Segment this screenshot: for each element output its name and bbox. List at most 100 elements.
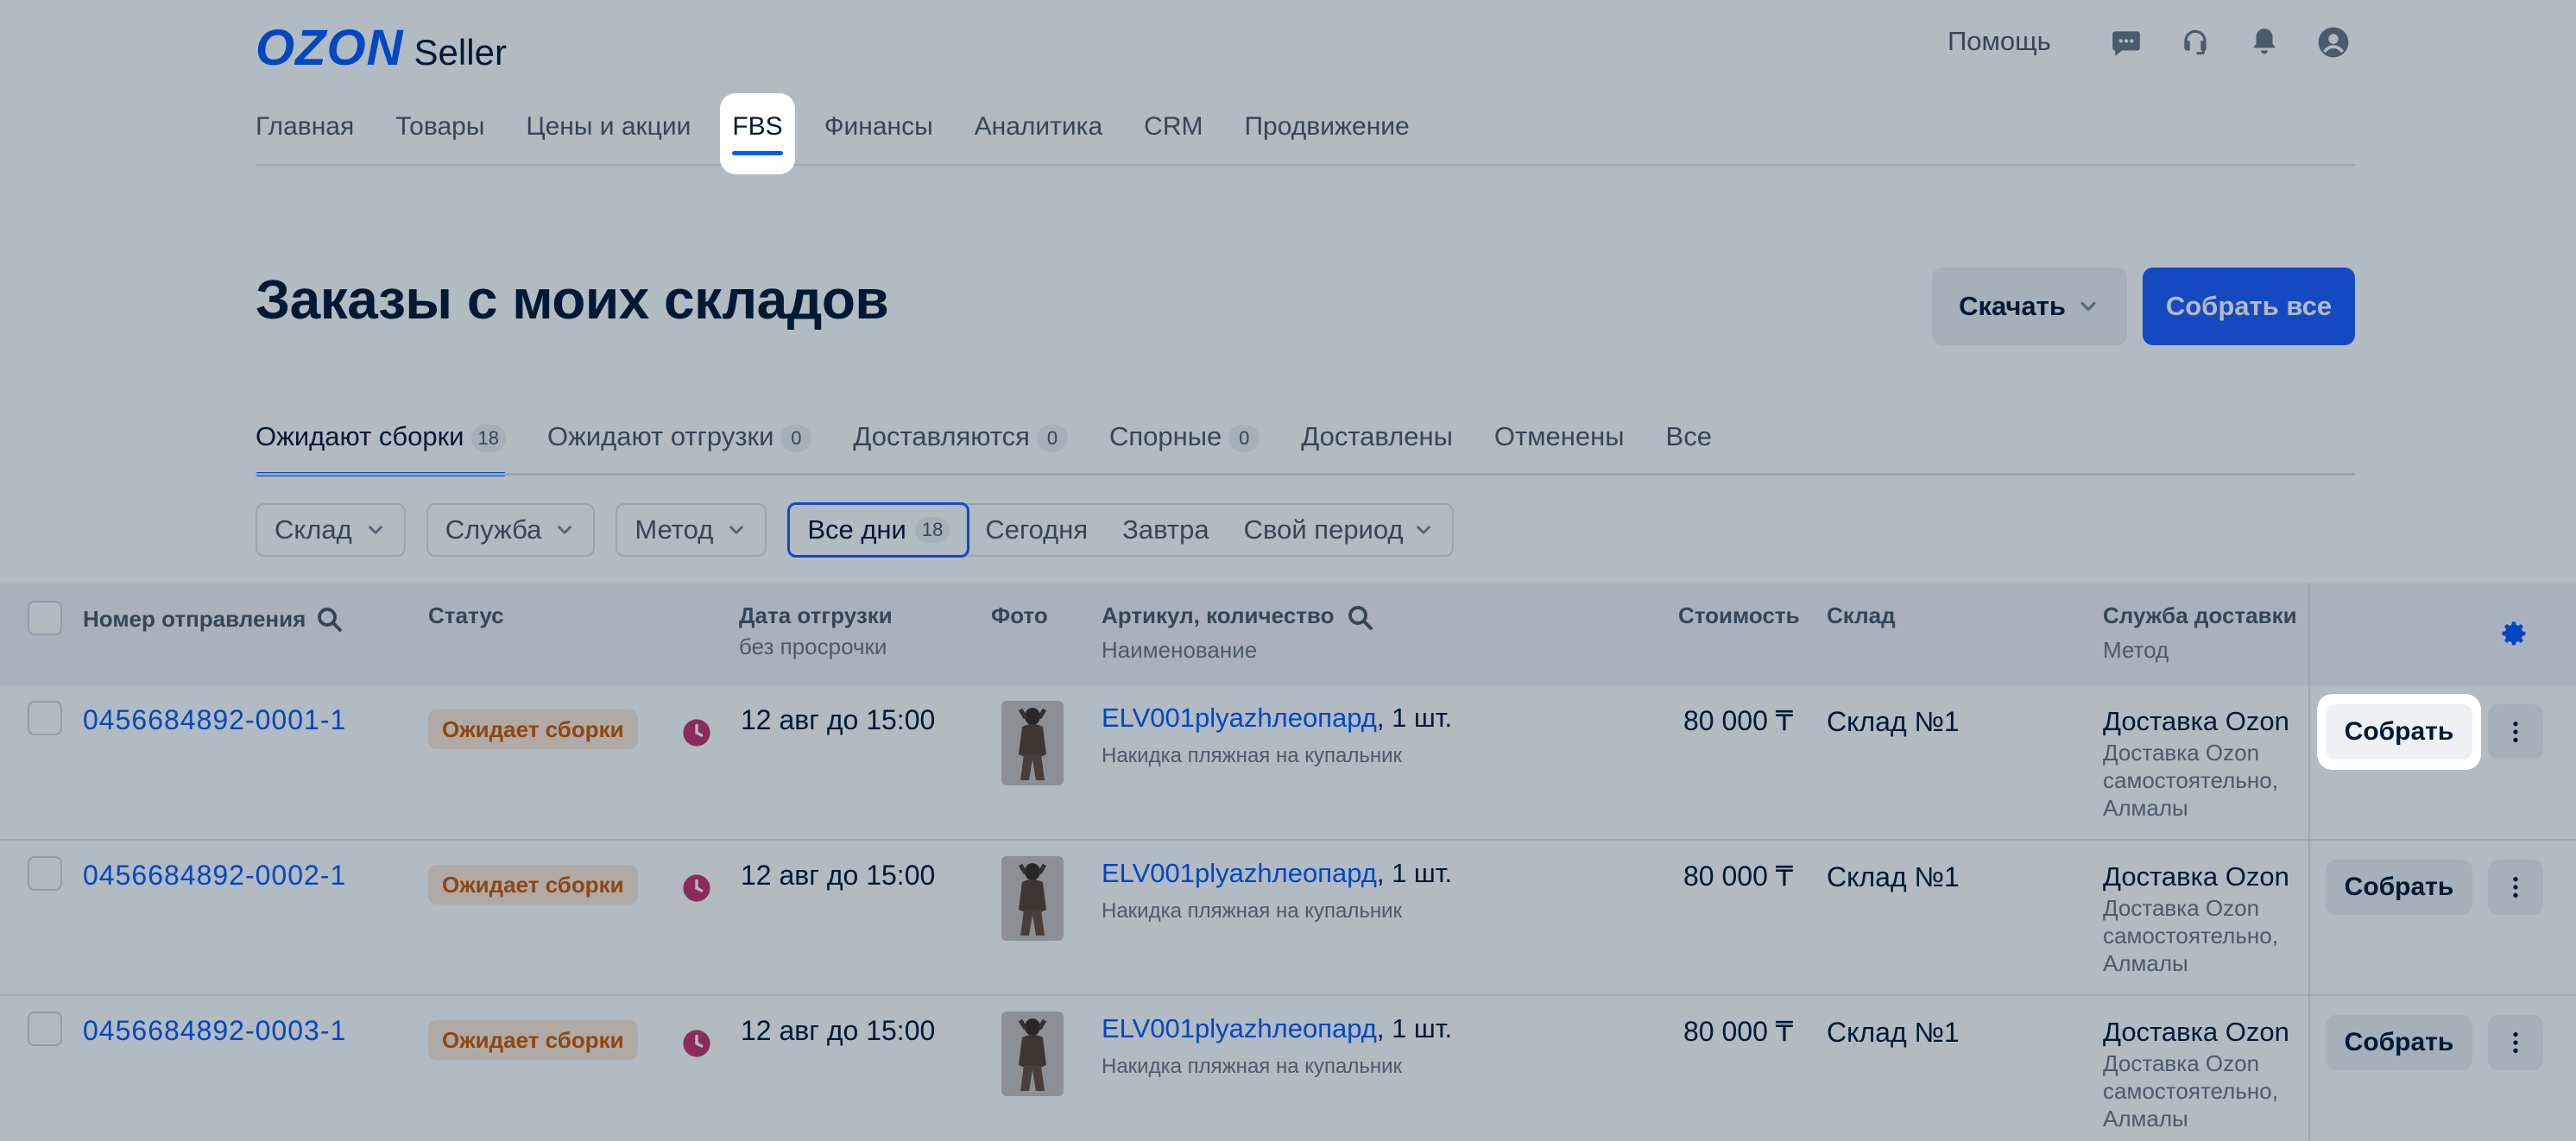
- column-subheader-name: Наименование: [1102, 637, 1258, 663]
- download-button[interactable]: Скачать: [1932, 268, 2127, 345]
- chevron-down-icon: [558, 526, 572, 534]
- product-name: Накидка пляжная на купальник: [1102, 1055, 1402, 1078]
- quantity-text: , 1 шт.: [1376, 858, 1453, 888]
- column-header-delivery: Служба доставки: [2103, 602, 2297, 628]
- column-header-status: Статус: [428, 602, 504, 628]
- tab-disputed[interactable]: Спорные 0: [1109, 414, 1260, 476]
- table-row: 0456684892-0003-1 Ожидает сборки 12 авг …: [0, 996, 2576, 1141]
- period-count-badge: 18: [914, 517, 950, 543]
- period-label: Сегодня: [985, 514, 1089, 545]
- method-filter-select[interactable]: Метод: [616, 503, 767, 557]
- period-all-days[interactable]: Все дни 18: [787, 502, 970, 558]
- page-title: Заказы с моих складов: [256, 268, 889, 331]
- chat-icon[interactable]: [2110, 26, 2143, 59]
- logo-seller-text: Seller: [414, 32, 507, 72]
- warehouse-filter-select[interactable]: Склад: [256, 503, 406, 557]
- product-photo[interactable]: [1001, 856, 1064, 941]
- nav-item-products[interactable]: Товары: [395, 93, 484, 166]
- collect-button[interactable]: Собрать: [2326, 1015, 2472, 1070]
- tab-delivered[interactable]: Доставлены: [1301, 414, 1453, 476]
- service-filter-select[interactable]: Служба: [426, 503, 596, 557]
- tab-count-badge: 0: [1228, 425, 1260, 452]
- orders-table-header: Номер отправления Статус Дата отгрузки б…: [0, 583, 2576, 685]
- tab-delivering[interactable]: Доставляются 0: [853, 414, 1068, 476]
- tab-label: Все: [1665, 421, 1712, 451]
- product-name: Накидка пляжная на купальник: [1102, 744, 1402, 767]
- nav-item-fbs[interactable]: FBS: [720, 93, 795, 174]
- delivery-service: Доставка Ozon: [2103, 861, 2289, 892]
- order-number-link[interactable]: 0456684892-0002-1: [83, 860, 346, 892]
- sticky-column-divider: [2308, 583, 2310, 1141]
- more-actions-button[interactable]: [2488, 704, 2543, 760]
- sku-link[interactable]: ELV001plyazhлеопард: [1102, 858, 1377, 888]
- tab-count-badge: 0: [780, 425, 812, 452]
- more-actions-button[interactable]: [2488, 1015, 2543, 1070]
- status-badge: Ожидает сборки: [428, 865, 638, 905]
- logo-ozon-text: OZON: [256, 20, 404, 76]
- tab-cancelled[interactable]: Отменены: [1494, 414, 1625, 476]
- more-vertical-icon: [2513, 722, 2518, 742]
- status-badge: Ожидает сборки: [428, 1020, 638, 1060]
- period-custom[interactable]: Свой период: [1227, 505, 1452, 555]
- tab-label: Доставлены: [1301, 421, 1453, 451]
- column-header-warehouse: Склад: [1827, 602, 1896, 628]
- column-header-ship-date: Дата отгрузки: [739, 602, 893, 628]
- delivery-method: Доставка Ozon самостоятельно, Алмалы: [2103, 740, 2278, 821]
- main-nav: Главная Товары Цены и акции FBS Финансы …: [256, 93, 1451, 174]
- clock-icon: [683, 874, 710, 902]
- warehouse-filter-label: Склад: [275, 514, 352, 545]
- bell-icon[interactable]: [2248, 26, 2281, 59]
- status-badge: Ожидает сборки: [428, 709, 638, 749]
- sku-quantity: ELV001plyazhлеопард, 1 шт.: [1102, 1013, 1452, 1044]
- search-icon[interactable]: [314, 604, 345, 635]
- headset-icon[interactable]: [2179, 26, 2212, 59]
- filters-bar: Склад Служба Метод Все дни 18 Сегодня За…: [256, 502, 1454, 558]
- column-header-order: Номер отправления: [83, 606, 306, 632]
- collect-button[interactable]: Собрать: [2326, 704, 2472, 760]
- tab-awaiting-shipment[interactable]: Ожидают отгрузки 0: [547, 414, 812, 476]
- nav-item-analytics[interactable]: Аналитика: [975, 93, 1103, 166]
- row-checkbox[interactable]: [28, 701, 62, 735]
- chevron-down-icon: [1416, 526, 1430, 534]
- status-tabs: Ожидают сборки 18 Ожидают отгрузки 0 Дос…: [256, 414, 1753, 476]
- more-actions-button[interactable]: [2488, 860, 2543, 915]
- help-link[interactable]: Помощь: [1948, 26, 2051, 57]
- row-checkbox[interactable]: [28, 856, 62, 891]
- tab-awaiting-assembly[interactable]: Ожидают сборки 18: [256, 414, 506, 476]
- tab-label: Доставляются: [853, 421, 1030, 451]
- nav-divider: [256, 164, 2355, 166]
- price: 80 000 ₸: [1683, 1016, 1794, 1047]
- download-button-label: Скачать: [1959, 291, 2066, 321]
- ozon-seller-logo[interactable]: OZON Seller: [256, 19, 507, 77]
- period-label: Свой период: [1243, 514, 1404, 545]
- period-today[interactable]: Сегодня: [968, 505, 1105, 555]
- clock-icon: [683, 719, 710, 747]
- quantity-text: , 1 шт.: [1376, 1013, 1453, 1043]
- search-icon[interactable]: [1345, 602, 1376, 634]
- clock-icon: [683, 1030, 710, 1057]
- order-number-link[interactable]: 0456684892-0001-1: [83, 704, 346, 736]
- period-tomorrow[interactable]: Завтра: [1105, 505, 1226, 555]
- select-all-checkbox[interactable]: [28, 601, 62, 635]
- product-photo[interactable]: [1001, 1012, 1064, 1096]
- row-checkbox[interactable]: [28, 1012, 62, 1046]
- nav-item-finance[interactable]: Финансы: [824, 93, 933, 166]
- tab-all[interactable]: Все: [1666, 414, 1712, 476]
- collect-button[interactable]: Собрать: [2326, 860, 2472, 915]
- collect-all-button[interactable]: Собрать все: [2143, 268, 2355, 345]
- nav-item-home[interactable]: Главная: [256, 93, 354, 166]
- sku-quantity: ELV001plyazhлеопард, 1 шт.: [1102, 703, 1452, 734]
- nav-item-promotion[interactable]: Продвижение: [1244, 93, 1409, 166]
- ship-date: 12 авг до 15:00: [741, 860, 936, 891]
- product-photo[interactable]: [1001, 701, 1064, 785]
- sku-link[interactable]: ELV001plyazhлеопард: [1102, 1013, 1377, 1043]
- column-header-sku: Артикул, количество: [1102, 602, 1335, 628]
- gear-icon[interactable]: [2498, 618, 2529, 649]
- period-label: Все дни: [807, 514, 906, 545]
- sku-link[interactable]: ELV001plyazhлеопард: [1102, 703, 1377, 733]
- table-row: 0456684892-0002-1 Ожидает сборки 12 авг …: [0, 841, 2576, 996]
- profile-icon[interactable]: [2317, 26, 2350, 59]
- nav-item-prices[interactable]: Цены и акции: [526, 93, 691, 166]
- order-number-link[interactable]: 0456684892-0003-1: [83, 1015, 346, 1047]
- nav-item-crm[interactable]: CRM: [1144, 93, 1203, 166]
